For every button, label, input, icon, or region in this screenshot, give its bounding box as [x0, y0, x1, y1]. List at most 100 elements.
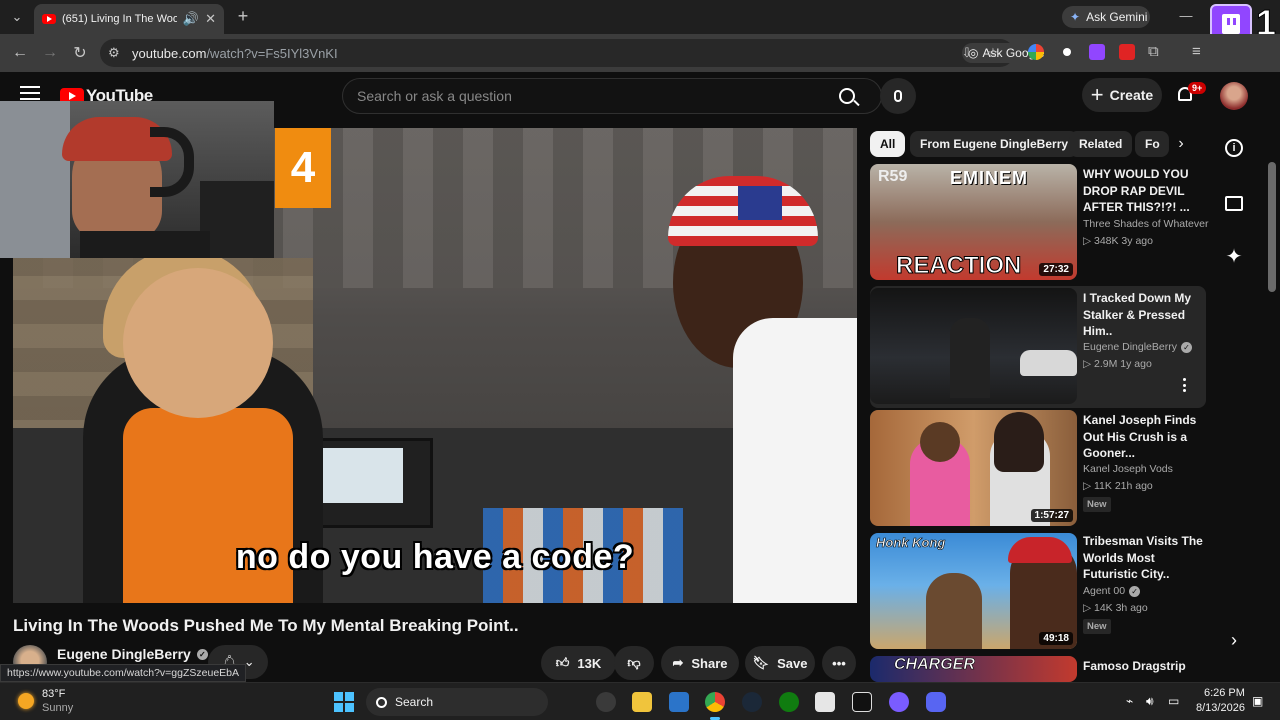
reading-list-icon[interactable]: ≡ — [1192, 43, 1201, 60]
recommendation-thumbnail[interactable]: Honk Kong 49:18 — [870, 533, 1077, 649]
forward-icon[interactable]: → — [40, 43, 60, 63]
extension-color-icon[interactable] — [1028, 44, 1044, 60]
recommendation-title[interactable]: Tribesman Visits The Worlds Most Futuris… — [1083, 533, 1203, 583]
recommendation-item-hovered[interactable]: I Tracked Down My Stalker & Pressed Him.… — [870, 286, 1206, 408]
new-badge: New — [1083, 619, 1111, 634]
rail-next-button[interactable]: › — [1222, 628, 1246, 652]
taskbar-app-circle-icon[interactable] — [889, 692, 909, 712]
save-button[interactable]: 🔖︎ Save — [745, 646, 815, 680]
recommendation-title[interactable]: I Tracked Down My Stalker & Pressed Him.… — [1083, 290, 1203, 340]
search-button[interactable] — [828, 80, 866, 112]
chip-all[interactable]: All — [870, 131, 906, 157]
address-bar[interactable]: ⚙ youtube.com/watch?v=Fs5IYl3VnKI ◎ Ask … — [100, 39, 1048, 67]
taskbar-epic-games-icon[interactable] — [852, 692, 872, 712]
search-placeholder: Search or ask a question — [357, 88, 512, 104]
bookmark-star-icon[interactable]: ☆ — [984, 44, 1002, 62]
windows-start-icon[interactable] — [334, 692, 354, 712]
taskbar-search[interactable]: Search — [366, 688, 548, 716]
chat-button[interactable] — [1222, 191, 1246, 215]
recommendation-item[interactable]: R59 EMINEM REACTION 27:32 WHY WOULD YOU … — [870, 164, 1208, 284]
channel-name-text: Eugene DingleBerry — [57, 646, 191, 662]
like-count: 13K — [577, 655, 602, 671]
recommendation-thumbnail[interactable]: CHARGER — [870, 656, 1077, 682]
volume-icon[interactable]: 🔊︎ — [1146, 694, 1154, 709]
chips-next-chevron-icon[interactable]: › — [1168, 131, 1194, 157]
thumb-red-cap — [1008, 537, 1072, 563]
recommendation-meta: ▷ 348K 3y ago — [1083, 235, 1153, 247]
minimize-icon[interactable]: — — [1178, 6, 1194, 24]
taskbar-steam-icon[interactable] — [742, 692, 762, 712]
chevron-right-icon: › — [1231, 629, 1237, 650]
extension-twitch-icon[interactable] — [1089, 44, 1105, 60]
notification-center-icon[interactable]: ▣ — [1252, 694, 1263, 708]
thumb-label-eminem: EMINEM — [950, 168, 1028, 188]
recommendation-channel[interactable]: Three Shades of Whatever — [1083, 218, 1208, 230]
url-path: /watch?v=Fs5IYl3VnKI — [206, 45, 338, 61]
taskbar-app-obs-icon[interactable] — [596, 692, 616, 712]
recommendation-item[interactable]: CHARGER Famoso Dragstrip — [870, 656, 1206, 682]
taskbar-store-icon[interactable] — [669, 692, 689, 712]
browser-tab-active[interactable]: (651) Living In The Woods F 🔊 ✕ — [34, 4, 224, 34]
site-info-icon[interactable]: ⚙ — [108, 45, 120, 61]
channel-name[interactable]: Eugene DingleBerry ✓ — [57, 646, 208, 662]
back-icon[interactable]: ← — [10, 43, 30, 63]
recommendation-thumbnail[interactable] — [870, 288, 1077, 404]
recommendation-item[interactable]: 1:57:27 Kanel Joseph Finds Out His Crush… — [870, 410, 1206, 530]
webcam-shirt — [80, 231, 210, 258]
like-button[interactable]: 👍︎ 13K — [541, 646, 616, 680]
windows-taskbar: 83°F Sunny Search ⌁ 🔊︎ ▭ 6:26 PM 8/13/20… — [0, 682, 1280, 720]
new-tab-icon[interactable]: + — [234, 6, 252, 26]
recommendation-title[interactable]: Kanel Joseph Finds Out His Crush is a Go… — [1083, 412, 1203, 462]
extension-diamond-icon[interactable] — [1063, 48, 1071, 56]
network-icon[interactable]: ⌁ — [1126, 694, 1133, 708]
recommendation-channel[interactable]: Kanel Joseph Vods — [1083, 463, 1173, 475]
voice-search-button[interactable] — [880, 78, 916, 114]
recommendation-channel[interactable]: Agent 00 ✓ — [1083, 585, 1141, 597]
dislike-button[interactable]: 👎︎ — [614, 646, 654, 680]
battery-icon[interactable]: ▭ — [1168, 694, 1179, 708]
plus-icon: + — [1090, 82, 1104, 107]
recommendation-title[interactable]: Famoso Dragstrip — [1083, 658, 1203, 675]
video-title: Living In The Woods Pushed Me To My Ment… — [13, 616, 519, 635]
weather-widget[interactable]: 83°F Sunny — [18, 687, 73, 715]
more-options-icon[interactable] — [1177, 376, 1191, 394]
recommendation-title[interactable]: WHY WOULD YOU DROP RAP DEVIL AFTER THIS?… — [1083, 166, 1203, 216]
taskbar-7zip-icon[interactable] — [815, 692, 835, 712]
ask-ai-button[interactable]: ✦ — [1222, 244, 1246, 268]
taskbar-xbox-icon[interactable] — [779, 692, 799, 712]
tab-search-icon[interactable]: ⌄ — [8, 8, 26, 26]
chip-from-channel[interactable]: From Eugene DingleBerry — [910, 131, 1079, 157]
info-button[interactable]: i — [1222, 136, 1246, 160]
duration-badge: 1:57:27 — [1030, 509, 1073, 522]
taskbar-clock[interactable]: 6:26 PM 8/13/2026 — [1196, 686, 1245, 716]
speaker-icon[interactable]: 🔊 — [183, 11, 199, 27]
more-actions-button[interactable]: ••• — [822, 646, 856, 680]
chip-for-you[interactable]: Fo — [1135, 131, 1169, 157]
account-avatar[interactable] — [1220, 82, 1248, 110]
new-badge: New — [1083, 497, 1111, 512]
share-button[interactable]: ➦ Share — [661, 646, 739, 680]
ask-gemini-button[interactable]: ✦ Ask Gemini — [1062, 6, 1150, 28]
extensions-puzzle-icon[interactable]: ⧉ — [1148, 43, 1159, 60]
recommendation-thumbnail[interactable]: 1:57:27 — [870, 410, 1077, 526]
duration-badge: 49:18 — [1039, 632, 1073, 645]
thumb-car — [1020, 350, 1077, 376]
thumb-label-charger: CHARGER — [894, 656, 975, 673]
extension-red-icon[interactable] — [1119, 44, 1135, 60]
recommendation-thumbnail[interactable]: R59 EMINEM REACTION 27:32 — [870, 164, 1077, 280]
close-tab-icon[interactable]: ✕ — [205, 11, 216, 27]
search-input[interactable]: Search or ask a question — [342, 78, 882, 114]
ask-gemini-label: Ask Gemini — [1086, 10, 1148, 24]
taskbar-chrome-icon[interactable] — [705, 692, 725, 712]
recommendation-item[interactable]: Honk Kong 49:18 Tribesman Visits The Wor… — [870, 533, 1206, 653]
reload-icon[interactable]: ↻ — [70, 43, 90, 63]
create-button[interactable]: + Create — [1082, 78, 1162, 112]
recommendation-channel[interactable]: Eugene DingleBerry ✓ — [1083, 341, 1192, 353]
chip-related[interactable]: Related — [1069, 131, 1133, 157]
gemini-star-icon: ✦ — [1070, 10, 1081, 24]
clock-date: 8/13/2026 — [1196, 702, 1245, 714]
taskbar-discord-icon[interactable] — [926, 692, 946, 712]
taskbar-file-explorer-icon[interactable] — [632, 692, 652, 712]
install-app-icon[interactable]: ⇩ — [958, 44, 976, 62]
page-scrollbar[interactable] — [1268, 162, 1276, 292]
